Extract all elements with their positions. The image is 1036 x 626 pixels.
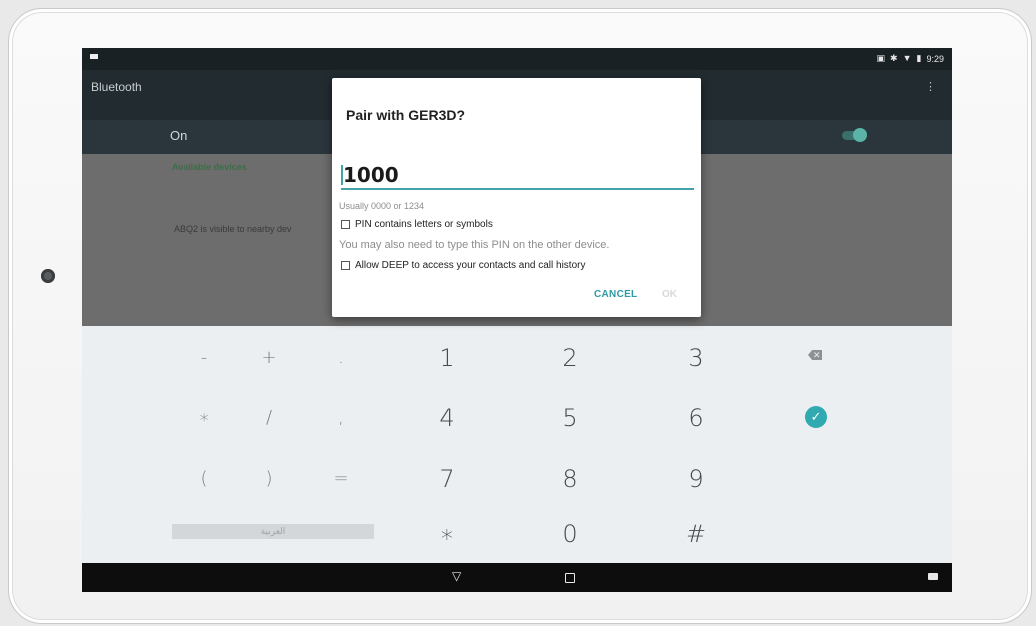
status-bar: ▣ ✱ ▼ ▮ 9:29 — [82, 48, 952, 70]
status-icons: ▣ ✱ ▼ ▮ 9:29 — [877, 53, 944, 64]
key-1[interactable]: 1 — [417, 338, 477, 378]
key-minus[interactable]: - — [174, 338, 234, 378]
key-asterisk[interactable]: ∗ — [174, 398, 234, 438]
check-icon[interactable]: ✓ — [805, 406, 827, 428]
key-slash[interactable]: / — [239, 398, 299, 438]
visibility-text: ABQ2 is visible to nearby dev — [174, 224, 292, 234]
pin-letters-label: PIN contains letters or symbols — [355, 219, 493, 230]
pin-letters-checkbox[interactable] — [341, 220, 350, 229]
key-star[interactable]: ∗ — [417, 514, 477, 554]
key-5[interactable]: 5 — [540, 398, 600, 438]
key-close-paren[interactable]: ) — [239, 459, 299, 499]
key-4[interactable]: 4 — [417, 398, 477, 438]
key-equals[interactable]: = — [311, 459, 371, 499]
contacts-access-label: Allow DEEP to access your contacts and c… — [355, 260, 586, 271]
language-switch-key[interactable]: العربية — [172, 524, 374, 539]
key-open-paren[interactable]: ( — [174, 459, 234, 499]
home-icon[interactable] — [565, 573, 575, 583]
ok-button[interactable]: OK — [662, 289, 677, 300]
battery-icon: ▮ — [916, 53, 922, 63]
key-hash[interactable]: # — [666, 514, 726, 554]
keyboard-icon[interactable] — [928, 573, 938, 580]
key-6[interactable]: 6 — [666, 398, 726, 438]
pairing-dialog: Pair with GER3D? Usually 0000 or 1234 PI… — [332, 78, 701, 317]
back-icon[interactable]: ▽ — [452, 569, 461, 583]
key-comma[interactable]: , — [311, 398, 371, 438]
key-3[interactable]: 3 — [666, 338, 726, 378]
key-plus[interactable]: + — [239, 338, 299, 378]
key-0[interactable]: 0 — [540, 514, 600, 554]
key-period[interactable]: . — [311, 338, 371, 378]
text-cursor — [341, 165, 343, 185]
pin-input[interactable] — [341, 162, 694, 190]
key-8[interactable]: 8 — [540, 459, 600, 499]
notification-icon — [90, 54, 98, 59]
clock: 9:29 — [926, 53, 944, 64]
pin-note: You may also need to type this PIN on th… — [339, 239, 610, 251]
key-9[interactable]: 9 — [666, 459, 726, 499]
backspace-x-icon: ✕ — [813, 350, 821, 360]
contacts-access-option[interactable]: Allow DEEP to access your contacts and c… — [341, 260, 585, 271]
more-vert-icon[interactable]: ⋮ — [925, 80, 936, 93]
section-header: Available devices — [172, 162, 247, 172]
vibrate-icon: ▣ — [876, 53, 886, 63]
key-7[interactable]: 7 — [417, 459, 477, 499]
toggle-label: On — [170, 128, 188, 143]
app-title: Bluetooth — [91, 80, 142, 94]
key-2[interactable]: 2 — [540, 338, 600, 378]
wifi-icon: ▼ — [902, 53, 912, 63]
dialog-title: Pair with GER3D? — [346, 107, 466, 123]
pin-hint: Usually 0000 or 1234 — [339, 201, 425, 211]
bluetooth-icon: ✱ — [890, 53, 898, 63]
pin-letters-option[interactable]: PIN contains letters or symbols — [341, 219, 493, 230]
front-camera — [41, 269, 55, 283]
navigation-bar: ▽ — [82, 563, 952, 592]
contacts-access-checkbox[interactable] — [341, 261, 350, 270]
numeric-keypad: - + . 1 2 3 ✕ ∗ / , 4 5 6 ✓ ( ) = 7 8 9 … — [82, 326, 952, 563]
cancel-button[interactable]: CANCEL — [594, 289, 637, 300]
bluetooth-switch[interactable] — [842, 128, 867, 142]
